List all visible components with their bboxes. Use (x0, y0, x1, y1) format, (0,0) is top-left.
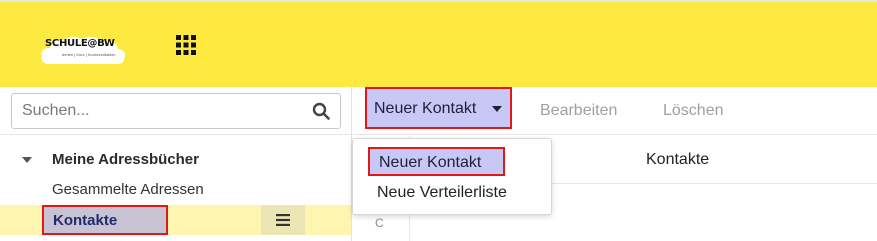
sidebar: Meine Adressbücher Gesammelte Adressen K… (0, 87, 352, 241)
menu-item-new-distribution-list[interactable]: Neue Verteilerliste (377, 184, 507, 202)
addressbook-root-label[interactable]: Meine Adressbücher (52, 151, 199, 168)
new-contact-dropdown: Neuer Kontakt Neue Verteilerliste (352, 138, 552, 215)
sidebar-item-label[interactable]: Kontakte (42, 205, 168, 235)
search-box (11, 93, 341, 129)
hamburger-icon (276, 214, 290, 226)
new-contact-button[interactable]: Neuer Kontakt (365, 87, 512, 129)
search-input[interactable] (12, 94, 302, 128)
new-contact-label: Neuer Kontakt (374, 100, 477, 117)
toolbar: Neuer Kontakt Bearbeiten Löschen (353, 87, 877, 135)
top-bar: SCHULE@BW lernen | Kurs | Kommunikation (0, 0, 877, 87)
menu-item-new-contact[interactable]: Neuer Kontakt (368, 147, 505, 176)
grid-icon[interactable] (176, 35, 196, 55)
logo-subtitle: lernen | Kurs | Kommunikation (62, 52, 116, 57)
search-icon[interactable] (312, 102, 330, 120)
divider (0, 134, 351, 135)
collapse-arrow-icon[interactable] (22, 157, 32, 163)
options-menu-button[interactable] (261, 205, 305, 235)
sidebar-item-contacts[interactable]: Kontakte (0, 205, 351, 235)
logo[interactable]: SCHULE@BW lernen | Kurs | Kommunikation (40, 28, 126, 66)
list-title: Kontakte (646, 151, 710, 168)
index-letter[interactable]: C (375, 216, 384, 230)
delete-button[interactable]: Löschen (663, 102, 724, 120)
edit-button[interactable]: Bearbeiten (540, 102, 617, 120)
sidebar-item-collected-addresses[interactable]: Gesammelte Adressen (52, 181, 204, 198)
caret-down-icon (492, 106, 502, 112)
logo-text: SCHULE@BW (45, 38, 115, 49)
